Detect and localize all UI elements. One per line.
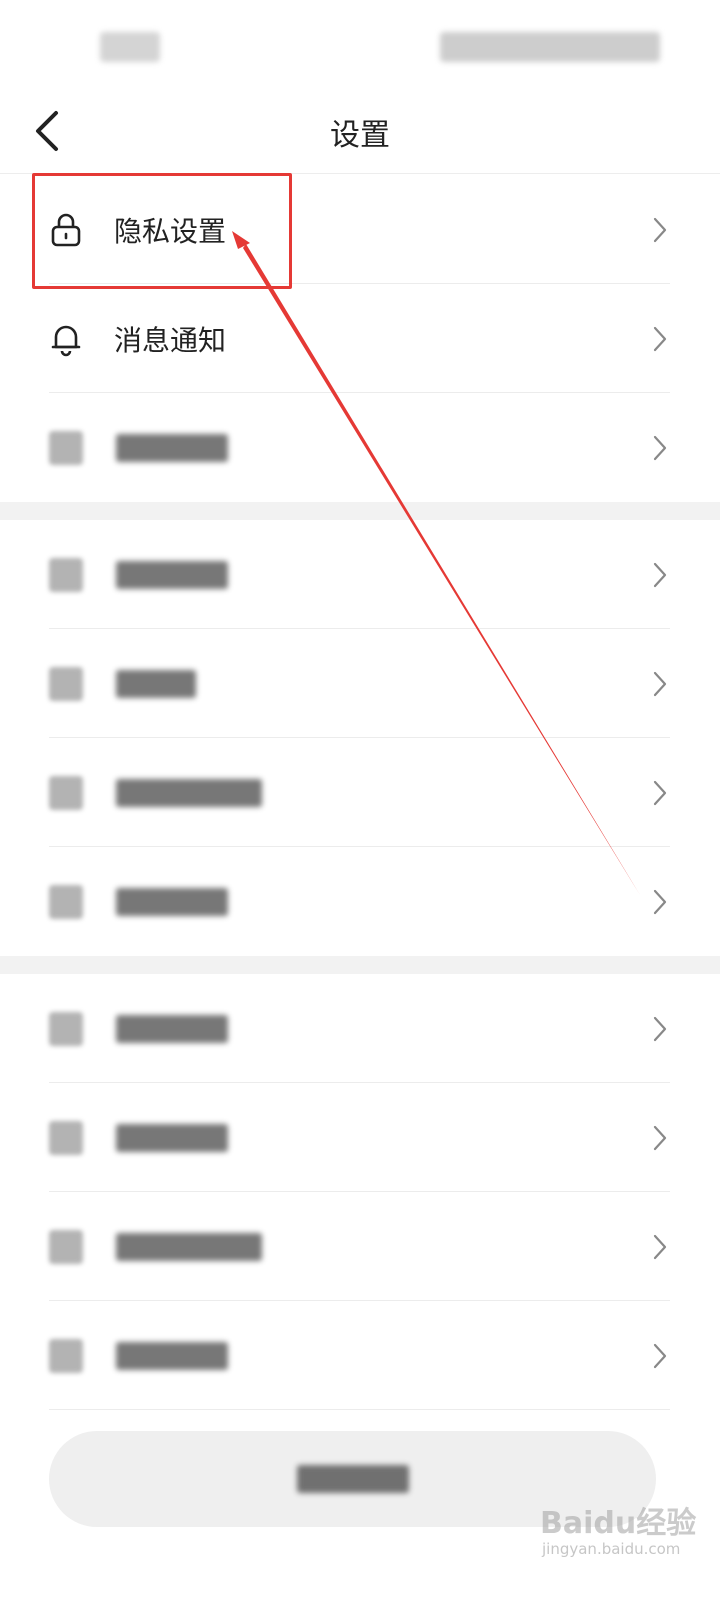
status-bar (0, 0, 720, 96)
blurred-label (116, 887, 228, 916)
blurred-icon (48, 775, 84, 811)
status-time-blurred (100, 32, 160, 62)
chevron-right-icon (653, 889, 667, 914)
settings-item-label: 消息通知 (114, 323, 227, 357)
blurred-label (116, 433, 228, 462)
lock-icon (48, 212, 84, 248)
watermark-url: jingyan.baidu.com (542, 1540, 681, 1558)
chevron-right-icon (653, 1343, 667, 1368)
bell-icon (48, 321, 84, 357)
chevron-right-icon (653, 435, 667, 460)
chevron-right-icon (653, 1016, 667, 1041)
blurred-label (116, 778, 262, 807)
blurred-icon (48, 1011, 84, 1047)
settings-item-notifications[interactable]: 消息通知 (0, 284, 720, 393)
watermark: Baidu经验 jingyan.baidu.com (540, 1490, 710, 1590)
blurred-icon (48, 666, 84, 702)
chevron-right-icon (653, 671, 667, 696)
header-bar: 设置 (0, 88, 720, 174)
settings-item-privacy[interactable]: 隐私设置 (0, 175, 720, 284)
chevron-right-icon (653, 217, 667, 242)
settings-item-blurred[interactable] (0, 520, 720, 629)
settings-item-blurred[interactable] (0, 974, 720, 1083)
blurred-icon (48, 1338, 84, 1374)
settings-item-blurred[interactable] (0, 738, 720, 847)
blurred-icon (48, 1120, 84, 1156)
page-title: 设置 (330, 118, 390, 153)
chevron-right-icon (653, 1234, 667, 1259)
blurred-label (116, 1341, 228, 1370)
chevron-right-icon (653, 1125, 667, 1150)
chevron-right-icon (653, 326, 667, 351)
blurred-label (116, 1123, 228, 1152)
blurred-label (296, 1465, 409, 1493)
chevron-right-icon (653, 562, 667, 587)
blurred-icon (48, 1229, 84, 1265)
settings-item-label: 隐私设置 (114, 214, 227, 248)
settings-group-1: 隐私设置 消息通知 (0, 175, 720, 502)
group-separator (0, 956, 720, 976)
settings-item-blurred[interactable] (0, 847, 720, 956)
settings-group-2 (0, 520, 720, 956)
chevron-right-icon (653, 780, 667, 805)
settings-item-blurred[interactable] (0, 1192, 720, 1301)
status-icons-blurred (440, 32, 660, 62)
settings-item-blurred[interactable] (0, 393, 720, 502)
settings-item-blurred[interactable] (0, 1301, 720, 1410)
blurred-label (116, 560, 228, 589)
settings-item-blurred[interactable] (0, 629, 720, 738)
blurred-icon (48, 884, 84, 920)
settings-group-3 (0, 974, 720, 1410)
blurred-label (116, 1014, 228, 1043)
blurred-icon (48, 557, 84, 593)
blurred-icon (48, 430, 84, 466)
blurred-label (116, 669, 196, 698)
group-separator (0, 502, 720, 522)
settings-item-blurred[interactable] (0, 1083, 720, 1192)
blurred-label (116, 1232, 262, 1261)
watermark-text: Baidu经验 (540, 1506, 697, 1541)
